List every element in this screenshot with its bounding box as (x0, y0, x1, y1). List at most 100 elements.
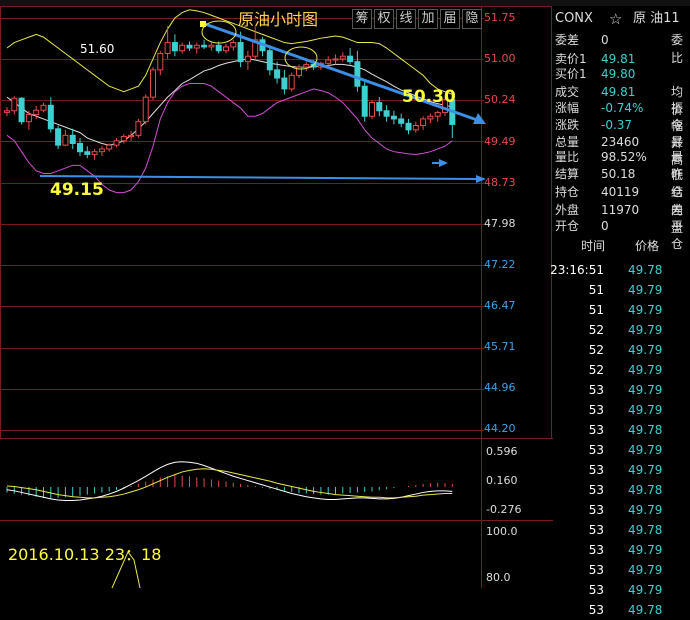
price-tick: 48.73 (484, 176, 516, 189)
tick-row: 51 49.79 (553, 300, 690, 320)
tick-row: 53 49.79 (553, 560, 690, 580)
quote-value: 0 (601, 33, 609, 47)
candle-body (150, 69, 156, 98)
tick-price: 49.79 (628, 303, 663, 317)
tick-price: 49.79 (628, 283, 663, 297)
quote-row: 委差 0 委比 (553, 31, 690, 65)
quote-value: -0.37 (601, 118, 633, 132)
macd-dif-line (6, 461, 453, 502)
candle-body (303, 63, 310, 68)
price-tick: 51.75 (484, 11, 516, 24)
candle-body (274, 69, 281, 79)
quote-label: 买价1 (555, 67, 587, 81)
tick-row: 53 49.79 (553, 580, 690, 600)
tick-time: 52 (588, 323, 604, 337)
quote-label: 委差 (555, 33, 580, 47)
tick-price: 49.79 (628, 363, 663, 377)
quote-row: 结算 50.18 昨结 (553, 165, 690, 199)
tick-time: 52 (588, 363, 604, 377)
tick-price: 49.79 (628, 463, 663, 477)
tick-time: 53 (588, 563, 604, 577)
price-tick: 44.96 (484, 381, 516, 394)
candle-body (223, 46, 229, 52)
candle-body (164, 42, 171, 54)
tick-time: 53 (588, 503, 604, 517)
tick-price: 49.78 (628, 263, 663, 277)
price-tick: 45.71 (484, 340, 516, 353)
candle-body (47, 104, 54, 130)
tick-price: 49.79 (628, 563, 663, 577)
chart-title: 原油小时图 (238, 10, 319, 29)
tick-price: 49.79 (628, 383, 663, 397)
tick-row: 52 49.79 (553, 320, 690, 340)
candle-body (128, 134, 135, 137)
candle-body (11, 97, 18, 112)
tick-price: 49.79 (628, 343, 663, 357)
support-line-arrow (39, 175, 479, 180)
tick-time: 51 (588, 283, 604, 297)
quote-panel: CONX ☆ 原 油11 委差 0 委比 卖价1 49.81 买价1 49.80 成交 49.8… (550, 6, 690, 617)
candle-body (55, 128, 62, 146)
price-tick: 47.22 (484, 258, 516, 271)
quote-label: 涨幅 (555, 101, 580, 115)
tick-time: 53 (588, 423, 604, 437)
instrument-name: 原 油11 (633, 11, 680, 26)
tick-header-time: 时间 (581, 239, 606, 253)
price-tick: 50.24 (484, 93, 516, 106)
volume-tick: 80.0 (486, 571, 511, 584)
quote-row: 持仓 40119 仓差 (553, 183, 690, 217)
candle-body (383, 110, 390, 117)
tick-row: 53 49.78 (553, 600, 690, 620)
favorite-star-icon[interactable]: ☆ (609, 10, 622, 28)
candle-body (288, 74, 295, 90)
candle-body (120, 135, 127, 142)
tick-time: 53 (588, 543, 604, 557)
tick-time: 53 (588, 403, 604, 417)
candle-body (244, 55, 251, 63)
candle-body (40, 104, 47, 111)
tick-row: 53 49.79 (553, 440, 690, 460)
tick-row: 53 49.78 (553, 520, 690, 540)
macd-dea-line (6, 468, 453, 499)
quote-value: 49.80 (601, 67, 636, 81)
candle-body (201, 44, 208, 48)
price-tick: 44.20 (484, 422, 516, 435)
candle-body (25, 114, 32, 123)
tick-row: 53 49.78 (553, 420, 690, 440)
macd-tick: 0.160 (486, 474, 518, 487)
macd-tick: -0.276 (486, 503, 522, 516)
toolbar-button-quan[interactable]: 权 (374, 9, 394, 29)
quote-row: 涨幅 -0.74% 振幅 (553, 99, 690, 133)
tick-header-price: 价格 (635, 239, 660, 253)
candle-body (142, 96, 149, 123)
quote-row: 涨跌 -0.37 今开 (553, 116, 690, 150)
chart-svg (0, 6, 553, 588)
quote-label: 结算 (555, 167, 580, 181)
quote-row: 买价1 49.80 (553, 65, 690, 83)
candle-body (339, 55, 346, 60)
candle-body (347, 55, 354, 63)
small-arrowhead (439, 159, 448, 167)
candle-body (390, 115, 397, 120)
tick-price: 49.79 (628, 323, 663, 337)
tick-row: 52 49.79 (553, 340, 690, 360)
tick-price: 49.78 (628, 603, 663, 617)
tick-time: 53 (588, 463, 604, 477)
tick-price: 49.79 (628, 403, 663, 417)
price-tick: 51.00 (484, 52, 516, 65)
toolbar-button-xian[interactable]: 线 (396, 9, 416, 29)
candle-body (186, 44, 193, 49)
macd-tick: 0.596 (486, 445, 518, 458)
tick-time: 53 (588, 383, 604, 397)
toolbar-button-jia[interactable]: 加 (418, 9, 438, 29)
candle-body (179, 44, 186, 52)
quote-value: 98.52% (601, 150, 647, 164)
chart-timestamp: 2016.10.13 23：18 (8, 545, 162, 564)
toolbar-button-chou[interactable]: 筹 (352, 9, 372, 29)
toolbar-button-yin[interactable]: 隐 (462, 9, 482, 29)
quote-label: 涨跌 (555, 118, 580, 132)
quote-label: 持仓 (555, 185, 580, 199)
quote-row: 开仓 0 平仓 (553, 217, 690, 251)
candle-body (405, 122, 412, 131)
toolbar-button-jie[interactable]: 届 (440, 9, 460, 29)
